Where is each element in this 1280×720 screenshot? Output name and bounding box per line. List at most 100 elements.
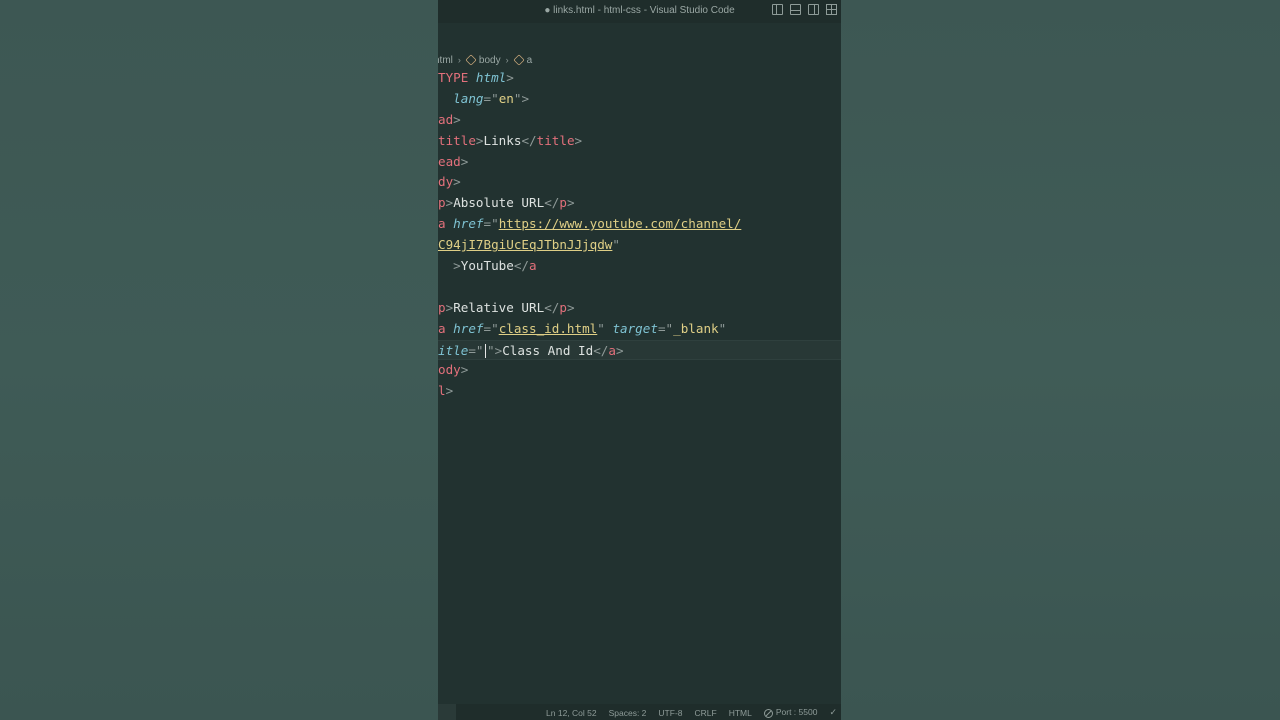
- toggle-secondary-sidebar-icon[interactable]: [808, 4, 819, 15]
- breadcrumb: html › body › a: [438, 53, 532, 67]
- code-token: p: [438, 195, 446, 211]
- live-server-port[interactable]: Port : 5500: [763, 707, 818, 718]
- vscode-window: ● links.html - html-css - Visual Studio …: [438, 0, 841, 720]
- code-token: lang: [453, 90, 484, 106]
- toggle-primary-sidebar-icon[interactable]: [772, 4, 783, 15]
- code-line[interactable]: >YouTube</a: [438, 256, 841, 277]
- code-token: https://www.youtube.com/channel/: [498, 216, 742, 232]
- chevron-right-icon: ›: [505, 55, 509, 65]
- code-line[interactable]: title>Links</title>: [438, 131, 841, 152]
- code-token: </: [513, 258, 529, 274]
- code-token: a: [438, 320, 454, 336]
- element-icon: [465, 54, 477, 66]
- port-label: Port : 5500: [775, 707, 818, 718]
- code-token: TYPE: [438, 70, 476, 85]
- code-token: p: [438, 299, 446, 315]
- code-token: itle: [438, 342, 469, 358]
- encoding[interactable]: UTF-8: [658, 708, 682, 718]
- background-right: [841, 0, 1280, 720]
- language-mode[interactable]: HTML: [729, 708, 752, 718]
- code-token: en: [498, 90, 514, 106]
- code-token: Links: [483, 132, 522, 148]
- code-line[interactable]: dy>: [438, 172, 841, 193]
- code-token: =": [483, 320, 499, 336]
- code-editor[interactable]: TYPE html> lang="en"> ad> title>Links</tit…: [438, 68, 841, 402]
- code-token: >: [574, 132, 583, 148]
- code-token: >: [445, 383, 454, 399]
- code-token: >: [566, 299, 575, 315]
- code-line[interactable]: ody>: [438, 360, 841, 381]
- code-line[interactable]: lang="en">: [438, 89, 841, 110]
- text-cursor: [484, 344, 487, 359]
- code-token: a: [608, 342, 616, 358]
- chevron-right-icon: ›: [457, 55, 461, 65]
- code-token: target: [612, 320, 658, 336]
- code-token: ": [612, 237, 620, 253]
- code-line[interactable]: p>Relative URL</p>: [438, 298, 841, 319]
- code-token: class_id.html: [498, 320, 598, 336]
- code-token: =": [657, 320, 674, 336]
- layout-controls: [772, 4, 837, 15]
- code-token: =": [483, 90, 499, 106]
- code-token: >: [438, 258, 461, 274]
- code-token: >: [453, 111, 461, 127]
- code-token: html: [475, 70, 507, 85]
- code-token: _blank: [673, 320, 719, 336]
- code-token: title: [438, 132, 476, 148]
- code-token: ">: [513, 90, 530, 106]
- code-token: Relative URL: [453, 299, 545, 315]
- line-ending[interactable]: CRLF: [695, 708, 717, 718]
- code-token: C94jI7BgiUcEqJTbnJJjqdw: [438, 237, 613, 253]
- code-token: =": [483, 216, 499, 232]
- code-token: >: [506, 70, 514, 85]
- code-token: ead: [438, 153, 461, 169]
- code-token: ": [597, 320, 613, 336]
- breadcrumb-item-body[interactable]: body: [479, 55, 501, 66]
- code-token: l: [438, 383, 446, 399]
- code-line[interactable]: l>: [438, 381, 841, 402]
- code-token: >: [566, 195, 575, 211]
- code-token: ">: [487, 342, 503, 358]
- code-token: href: [453, 320, 484, 336]
- code-line[interactable]: a href="class_id.html" target="_blank": [438, 319, 841, 340]
- code-line[interactable]: C94jI7BgiUcEqJTbnJJjqdw": [438, 235, 841, 256]
- code-line[interactable]: ad>: [438, 110, 841, 131]
- check-icon[interactable]: ✓: [829, 707, 837, 718]
- toggle-panel-icon[interactable]: [790, 4, 801, 15]
- breadcrumb-item-a[interactable]: a: [527, 55, 533, 66]
- code-line[interactable]: p>Absolute URL</p>: [438, 193, 841, 214]
- breadcrumb-item-html[interactable]: html: [438, 55, 453, 66]
- code-token: >: [475, 132, 484, 148]
- code-token: >: [460, 153, 469, 169]
- code-token: </: [521, 132, 537, 148]
- remote-indicator[interactable]: [438, 704, 456, 720]
- title-bar: ● links.html - html-css - Visual Studio …: [438, 0, 841, 23]
- code-line[interactable]: [438, 277, 841, 298]
- code-token: a: [529, 258, 537, 274]
- code-token: href: [453, 216, 484, 232]
- code-token: YouTube: [460, 258, 514, 274]
- code-token: Absolute URL: [453, 195, 545, 211]
- code-line[interactable]: TYPE html>: [438, 68, 841, 89]
- cursor-position[interactable]: Ln 12, Col 52: [546, 708, 597, 718]
- code-token: p: [559, 195, 567, 211]
- code-token: </: [593, 342, 609, 358]
- code-token: </: [544, 299, 560, 315]
- code-token: ": [718, 320, 727, 336]
- background-left: [0, 0, 438, 720]
- code-line[interactable]: itle=" ">Class And Id</a>: [438, 339, 841, 361]
- code-token: =": [468, 342, 484, 358]
- code-token: a: [438, 216, 454, 232]
- code-token: ody: [438, 362, 461, 378]
- status-bar: Ln 12, Col 52 Spaces: 2 UTF-8 CRLF HTML …: [438, 704, 841, 720]
- indentation[interactable]: Spaces: 2: [609, 708, 647, 718]
- code-line[interactable]: ead>: [438, 152, 841, 173]
- code-token: p: [559, 299, 567, 315]
- code-token: title: [536, 132, 575, 148]
- customize-layout-icon[interactable]: [826, 4, 837, 15]
- code-token: >: [453, 174, 461, 190]
- code-token: >: [615, 342, 624, 358]
- port-icon: [763, 708, 773, 718]
- code-line[interactable]: a href="https://www.youtube.com/channel/: [438, 214, 841, 235]
- code-token: ad: [438, 111, 454, 127]
